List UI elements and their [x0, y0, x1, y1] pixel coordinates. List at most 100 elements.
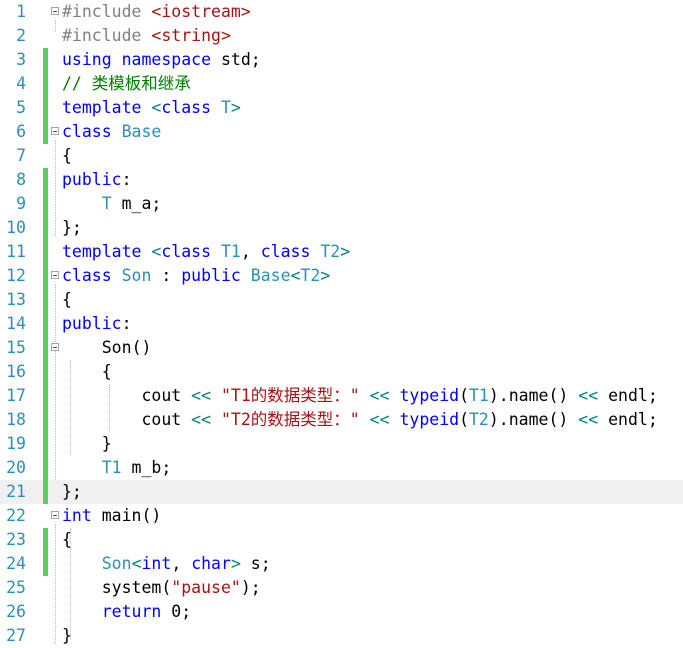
code-line[interactable]: 18 cout << "T2的数据类型：" << typeid(T2).name… [0, 408, 683, 432]
code-text: { [62, 144, 72, 168]
code-line[interactable]: 14 public: [0, 312, 683, 336]
code-token: std; [220, 50, 261, 69]
change-indicator [43, 552, 48, 576]
collapse-toggle-icon[interactable] [51, 343, 59, 351]
code-text: class Son : public Base<T2> [62, 264, 330, 288]
code-line[interactable]: 26 return 0; [0, 600, 683, 624]
code-line[interactable]: 15 Son() [0, 336, 683, 360]
code-token: m_b; [121, 458, 172, 477]
code-line[interactable]: 11 template <class T1, class T2> [0, 240, 683, 264]
code-token: > [230, 554, 241, 573]
code-token: Base [121, 122, 162, 141]
code-token: template [62, 98, 152, 117]
code-token: template [62, 242, 152, 261]
code-line[interactable]: 13 { [0, 288, 683, 312]
code-text: public: [62, 312, 132, 336]
collapse-toggle-icon[interactable] [51, 511, 59, 519]
code-line[interactable]: 12 class Son : public Base<T2> [0, 264, 683, 288]
code-token: T2 [469, 410, 489, 429]
code-editor[interactable]: 1 #include <iostream> 2 #include <string> 3 u… [0, 0, 683, 648]
change-indicator [43, 336, 48, 360]
code-line[interactable]: 16 { [0, 360, 683, 384]
line-number: 2 [16, 26, 26, 45]
line-number: 7 [16, 146, 26, 165]
code-token: T1 [101, 458, 122, 477]
collapse-toggle-icon[interactable] [51, 7, 59, 15]
line-number: 21 [6, 482, 26, 501]
code-token: } [62, 626, 72, 645]
code-text: system("pause"); [62, 576, 261, 600]
code-token: return [101, 602, 172, 621]
code-line[interactable]: 23 { [0, 528, 683, 552]
code-token: T1 [469, 386, 489, 405]
collapse-toggle-icon[interactable] [51, 127, 59, 135]
line-number: 6 [16, 122, 26, 141]
code-token: , [240, 242, 261, 261]
change-indicator [43, 192, 48, 216]
collapse-toggle-icon[interactable] [51, 271, 59, 279]
code-token: }; [62, 218, 82, 237]
code-token: << [191, 410, 212, 429]
line-number: 17 [6, 386, 26, 405]
code-token: public [181, 266, 251, 285]
code-token: system( [62, 578, 172, 597]
code-token: int [141, 554, 172, 573]
code-line[interactable]: 9 T m_a; [0, 192, 683, 216]
change-indicator [43, 408, 48, 432]
code-token: m_a; [111, 194, 162, 213]
code-token: T2 [300, 266, 321, 285]
code-text: { [62, 528, 72, 552]
code-text: cout << "T2的数据类型：" << typeid(T2).name() … [62, 408, 657, 432]
code-text: public: [62, 168, 132, 192]
code-token: Son [101, 338, 132, 357]
code-line[interactable]: 5 template <class T> [0, 96, 683, 120]
code-line[interactable]: 25 system("pause"); [0, 576, 683, 600]
change-indicator [43, 216, 48, 240]
code-text: #include <iostream> [62, 0, 251, 24]
code-token: T2 [320, 242, 341, 261]
code-line[interactable]: 17 cout << "T1的数据类型：" << typeid(T1).name… [0, 384, 683, 408]
code-line[interactable]: 19 } [0, 432, 683, 456]
change-indicator [43, 168, 48, 192]
code-token: 0; [171, 602, 192, 621]
code-line[interactable]: 27} [0, 624, 683, 648]
change-indicator [43, 120, 48, 144]
code-line[interactable]: 6 class Base [0, 120, 683, 144]
code-line[interactable]: 10}; [0, 216, 683, 240]
code-token: ( [459, 410, 469, 429]
change-indicator [43, 528, 48, 552]
code-token: < [151, 98, 162, 117]
code-line[interactable]: 2 #include <string> [0, 24, 683, 48]
code-line[interactable]: 20 T1 m_b; [0, 456, 683, 480]
line-number: 24 [6, 554, 26, 573]
code-token: cout [62, 386, 192, 405]
code-token: main [101, 506, 142, 525]
code-line[interactable]: 1 #include <iostream> [0, 0, 683, 24]
code-line[interactable]: 3 using namespace std; [0, 48, 683, 72]
code-line[interactable]: 21}; [0, 480, 683, 504]
code-token: <string> [151, 26, 231, 45]
line-number: 15 [6, 338, 26, 357]
code-token: "pause" [171, 578, 241, 597]
code-token: ); [240, 578, 261, 597]
code-line[interactable]: 24 Son<int, char> s; [0, 552, 683, 576]
code-line[interactable]: 7{ [0, 144, 683, 168]
code-token: <iostream> [151, 2, 251, 21]
code-line[interactable]: 4 // 类模板和继承 [0, 72, 683, 96]
code-token: ).name() [488, 386, 579, 405]
code-line[interactable]: 22 int main() [0, 504, 683, 528]
code-token: << [191, 386, 212, 405]
code-token: // 类模板和继承 [62, 74, 191, 93]
change-indicator [43, 240, 48, 264]
code-text: class Base [62, 120, 161, 144]
code-token: }; [62, 482, 82, 501]
code-text: template <class T1, class T2> [62, 240, 350, 264]
code-line[interactable]: 8 public: [0, 168, 683, 192]
code-text: T1 m_b; [62, 456, 172, 480]
line-number: 19 [6, 434, 26, 453]
code-token: class [260, 242, 321, 261]
line-number: 18 [6, 410, 26, 429]
